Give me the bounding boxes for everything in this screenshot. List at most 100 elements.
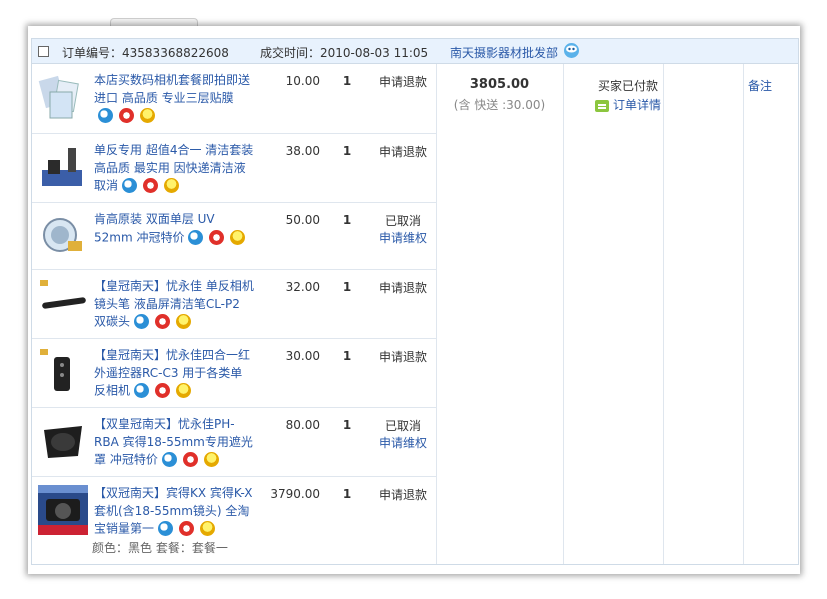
order-detail-label: 订单详情 bbox=[612, 98, 661, 112]
table-row: 【双冠南天】宾得KX 宾得K-X套机(含18-55mm镜头) 全淘宝销量第一 颜… bbox=[32, 477, 436, 564]
consumer-protection-icon[interactable] bbox=[158, 521, 174, 536]
service-badges bbox=[122, 177, 185, 195]
seven-day-return-icon[interactable] bbox=[155, 383, 171, 398]
consumer-protection-icon[interactable] bbox=[134, 383, 150, 398]
quantity: 1 bbox=[342, 280, 352, 294]
product-title[interactable]: 【双皇冠南天】忧永佳PH-RBA 宾得18-55mm专用遮光罩 冲冠特价 bbox=[94, 416, 254, 469]
product-thumbnail[interactable] bbox=[38, 72, 88, 122]
seven-day-return-icon[interactable] bbox=[209, 229, 225, 245]
product-thumbnail[interactable] bbox=[38, 347, 88, 397]
authentic-guarantee-icon[interactable] bbox=[140, 108, 155, 123]
shipping-fee: (含 快送 :30.00) bbox=[453, 98, 546, 112]
seven-day-return-icon[interactable] bbox=[155, 314, 171, 329]
consumer-protection-icon[interactable] bbox=[134, 314, 150, 329]
refund-link[interactable]: 申请退款 bbox=[379, 145, 427, 159]
item-status: 申请退款 bbox=[372, 349, 434, 366]
product-title[interactable]: 【皇冠南天】忧永佳 单反相机镜头笔 液晶屏清洁笔CL-P2 双碳头 bbox=[94, 278, 254, 331]
item-status: 申请退款 bbox=[372, 74, 434, 91]
order-card: 订单编号：43583368822608 成交时间：2010-08-03 11:0… bbox=[31, 38, 799, 565]
product-thumbnail[interactable] bbox=[38, 485, 88, 535]
cancelled-label: 已取消 bbox=[384, 214, 421, 228]
service-badges bbox=[188, 229, 251, 247]
product-title[interactable]: 肯高原装 双面单层 UV 52mm 冲冠特价 bbox=[94, 211, 254, 246]
payment-status: 买家已付款 订单详情 bbox=[563, 77, 693, 113]
order-panel: 订单编号：43583368822608 成交时间：2010-08-03 11:0… bbox=[28, 26, 800, 574]
shop-name-link[interactable]: 南天摄影器材批发部 bbox=[450, 44, 558, 61]
product-thumbnail[interactable] bbox=[38, 142, 88, 192]
remark-link[interactable]: 备注 bbox=[748, 77, 772, 94]
dispute-link[interactable]: 申请维权 bbox=[372, 230, 434, 247]
order-detail-link[interactable]: 订单详情 bbox=[594, 96, 661, 113]
table-row: 单反专用 超值4合一 清洁套装 高品质 最实用 因快递清洁液取消 38.00 1… bbox=[32, 134, 436, 203]
divider bbox=[743, 64, 744, 564]
refund-link[interactable]: 申请退款 bbox=[379, 488, 427, 502]
item-status: 已取消 申请维权 bbox=[372, 213, 434, 247]
quantity: 1 bbox=[342, 144, 352, 158]
item-status: 已取消 申请维权 bbox=[372, 418, 434, 452]
item-status: 申请退款 bbox=[372, 144, 434, 161]
divider bbox=[563, 64, 564, 564]
divider bbox=[436, 64, 437, 564]
refund-link[interactable]: 申请退款 bbox=[379, 350, 427, 364]
table-row: 【双皇冠南天】忧永佳PH-RBA 宾得18-55mm专用遮光罩 冲冠特价 80.… bbox=[32, 408, 436, 477]
product-thumbnail[interactable] bbox=[38, 416, 88, 466]
unit-price: 38.00 bbox=[285, 144, 320, 158]
quantity: 1 bbox=[342, 74, 352, 88]
table-row: 【皇冠南天】忧永佳 单反相机镜头笔 液晶屏清洁笔CL-P2 双碳头 32.00 … bbox=[32, 270, 436, 339]
item-status: 申请退款 bbox=[372, 280, 434, 297]
table-row: 本店买数码相机套餐即拍即送进口 高品质 专业三层贴膜 10.00 1 申请退款 bbox=[32, 64, 436, 134]
wangwang-chat-icon[interactable] bbox=[563, 42, 580, 59]
total-amount: 3805.00 bbox=[469, 77, 530, 92]
authentic-guarantee-icon[interactable] bbox=[203, 452, 219, 467]
seven-day-return-icon[interactable] bbox=[143, 178, 159, 193]
product-title[interactable]: 单反专用 超值4合一 清洁套装 高品质 最实用 因快递清洁液取消 bbox=[94, 142, 254, 195]
quantity: 1 bbox=[342, 349, 352, 363]
seven-day-return-icon[interactable] bbox=[179, 521, 195, 536]
product-thumbnail[interactable] bbox=[38, 211, 88, 261]
unit-price: 10.00 bbox=[285, 74, 320, 88]
order-detail-icon bbox=[594, 99, 609, 112]
quantity: 1 bbox=[342, 213, 352, 227]
authentic-guarantee-icon[interactable] bbox=[230, 229, 246, 245]
deal-time: 成交时间：2010-08-03 11:05 bbox=[260, 46, 429, 60]
consumer-protection-icon[interactable] bbox=[98, 108, 113, 123]
refund-link[interactable]: 申请退款 bbox=[379, 281, 427, 295]
order-header: 订单编号：43583368822608 成交时间：2010-08-03 11:0… bbox=[32, 39, 798, 64]
service-badges bbox=[134, 313, 197, 331]
quantity: 1 bbox=[342, 418, 352, 432]
product-title[interactable]: 本店买数码相机套餐即拍即送进口 高品质 专业三层贴膜 bbox=[94, 72, 254, 125]
product-thumbnail[interactable] bbox=[38, 278, 88, 328]
order-number: 订单编号：43583368822608 bbox=[62, 46, 229, 60]
authentic-guarantee-icon[interactable] bbox=[200, 521, 216, 536]
unit-price: 50.00 bbox=[285, 213, 320, 227]
refund-link[interactable]: 申请退款 bbox=[379, 75, 427, 89]
consumer-protection-icon[interactable] bbox=[122, 178, 138, 193]
table-row: 【皇冠南天】忧永佳四合一红外遥控器RC-C3 用于各类单反相机 30.00 1 … bbox=[32, 339, 436, 408]
consumer-protection-icon[interactable] bbox=[161, 452, 177, 467]
seven-day-return-icon[interactable] bbox=[119, 108, 134, 123]
authentic-guarantee-icon[interactable] bbox=[164, 178, 180, 193]
product-variant: 颜色：黑色 套餐：套餐一 bbox=[92, 541, 228, 555]
product-title[interactable]: 【皇冠南天】忧永佳四合一红外遥控器RC-C3 用于各类单反相机 bbox=[94, 347, 254, 400]
product-title[interactable]: 【双冠南天】宾得KX 宾得K-X套机(含18-55mm镜头) 全淘宝销量第一 bbox=[94, 485, 254, 538]
unit-price: 30.00 bbox=[285, 349, 320, 363]
authentic-guarantee-icon[interactable] bbox=[176, 383, 192, 398]
seven-day-return-icon[interactable] bbox=[182, 452, 198, 467]
unit-price: 32.00 bbox=[285, 280, 320, 294]
service-badges bbox=[158, 520, 221, 538]
divider bbox=[663, 64, 664, 564]
unit-price: 3790.00 bbox=[270, 487, 320, 501]
payment-status-label: 买家已付款 bbox=[597, 79, 658, 93]
table-row: 肯高原装 双面单层 UV 52mm 冲冠特价 50.00 1 已取消申请维权 bbox=[32, 203, 436, 270]
service-badges bbox=[161, 451, 225, 469]
service-badges bbox=[98, 107, 161, 125]
quantity: 1 bbox=[342, 487, 352, 501]
order-total: 3805.00 (含 快送 :30.00) bbox=[437, 77, 562, 113]
authentic-guarantee-icon[interactable] bbox=[176, 314, 192, 329]
dispute-link[interactable]: 申请维权 bbox=[372, 435, 434, 452]
unit-price: 80.00 bbox=[285, 418, 320, 432]
cancelled-label: 已取消 bbox=[384, 419, 421, 433]
consumer-protection-icon[interactable] bbox=[188, 229, 204, 245]
service-badges bbox=[134, 382, 197, 400]
order-checkbox[interactable] bbox=[38, 46, 49, 57]
